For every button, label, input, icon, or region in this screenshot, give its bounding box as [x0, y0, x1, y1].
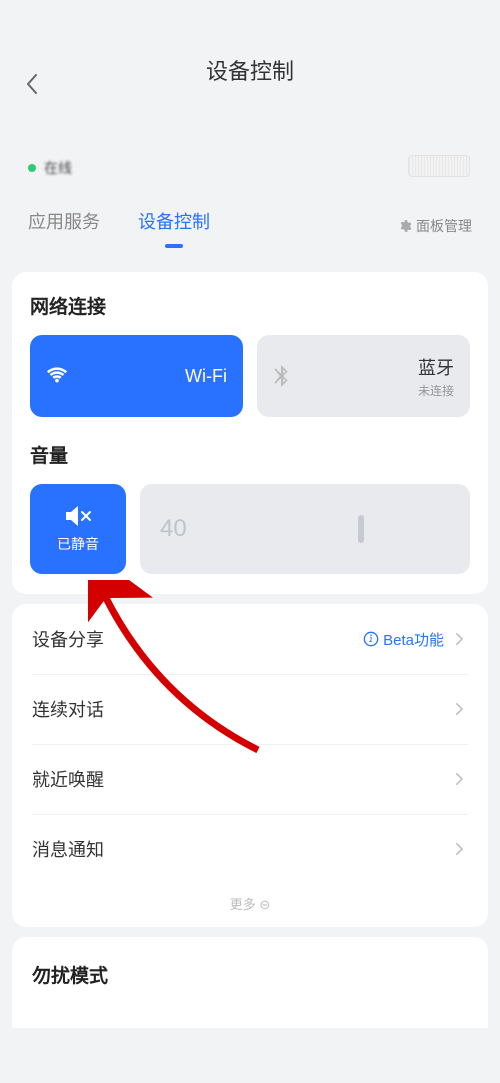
- mute-label: 已静音: [57, 534, 99, 554]
- settings-list: 设备分享 Beta功能 连续对话 就近唤醒 消息通知 更多: [12, 604, 488, 927]
- device-share-item[interactable]: 设备分享 Beta功能: [12, 604, 488, 674]
- panel-management-label: 面板管理: [416, 216, 472, 236]
- network-row: Wi-Fi 蓝牙 未连接: [30, 335, 470, 417]
- more-button[interactable]: 更多 ⊝: [12, 884, 488, 927]
- volume-value: 40: [160, 515, 187, 543]
- online-dot-icon: [28, 164, 36, 172]
- info-icon: [363, 631, 379, 647]
- panel-management-button[interactable]: 面板管理: [398, 216, 472, 236]
- chevron-left-icon: [25, 72, 39, 96]
- bluetooth-label: 蓝牙: [303, 354, 454, 380]
- continuous-dialog-label: 连续对话: [32, 696, 104, 722]
- chevron-right-icon: [450, 700, 468, 718]
- volume-slider[interactable]: 40: [140, 484, 470, 574]
- page-header: 设备控制: [0, 0, 500, 110]
- network-title: 网络连接: [30, 292, 470, 319]
- device-thumbnail: [408, 155, 470, 177]
- wifi-label: Wi-Fi: [82, 366, 227, 387]
- back-button[interactable]: [20, 72, 44, 96]
- mute-icon: [64, 504, 92, 528]
- beta-badge: Beta功能: [363, 629, 444, 650]
- volume-handle[interactable]: [358, 515, 364, 543]
- page-title: 设备控制: [206, 54, 294, 86]
- mute-button[interactable]: 已静音: [30, 484, 126, 574]
- tab-app-service[interactable]: 应用服务: [28, 208, 100, 244]
- chevron-right-icon: [450, 770, 468, 788]
- expand-circle-icon: ⊝: [259, 897, 270, 912]
- nearby-wake-label: 就近唤醒: [32, 766, 104, 792]
- wifi-icon: [46, 367, 68, 385]
- tabs-bar: 应用服务 设备控制 面板管理: [0, 178, 500, 262]
- bluetooth-sub: 未连接: [303, 382, 454, 399]
- message-notify-item[interactable]: 消息通知: [12, 814, 488, 884]
- bluetooth-icon: [273, 365, 289, 387]
- device-share-label: 设备分享: [32, 626, 104, 652]
- tab-device-control[interactable]: 设备控制: [138, 208, 210, 244]
- online-status: 在线: [44, 158, 72, 178]
- dnd-card[interactable]: 勿扰模式: [12, 937, 488, 1028]
- bluetooth-card[interactable]: 蓝牙 未连接: [257, 335, 470, 417]
- gear-icon: [398, 219, 412, 233]
- message-notify-label: 消息通知: [32, 836, 104, 862]
- chevron-right-icon: [450, 630, 468, 648]
- nearby-wake-item[interactable]: 就近唤醒: [12, 744, 488, 814]
- network-volume-card: 网络连接 Wi-Fi 蓝牙 未连接 音量: [12, 272, 488, 594]
- volume-title: 音量: [30, 441, 470, 468]
- chevron-right-icon: [450, 840, 468, 858]
- wifi-card[interactable]: Wi-Fi: [30, 335, 243, 417]
- dnd-title: 勿扰模式: [32, 966, 108, 987]
- continuous-dialog-item[interactable]: 连续对话: [12, 674, 488, 744]
